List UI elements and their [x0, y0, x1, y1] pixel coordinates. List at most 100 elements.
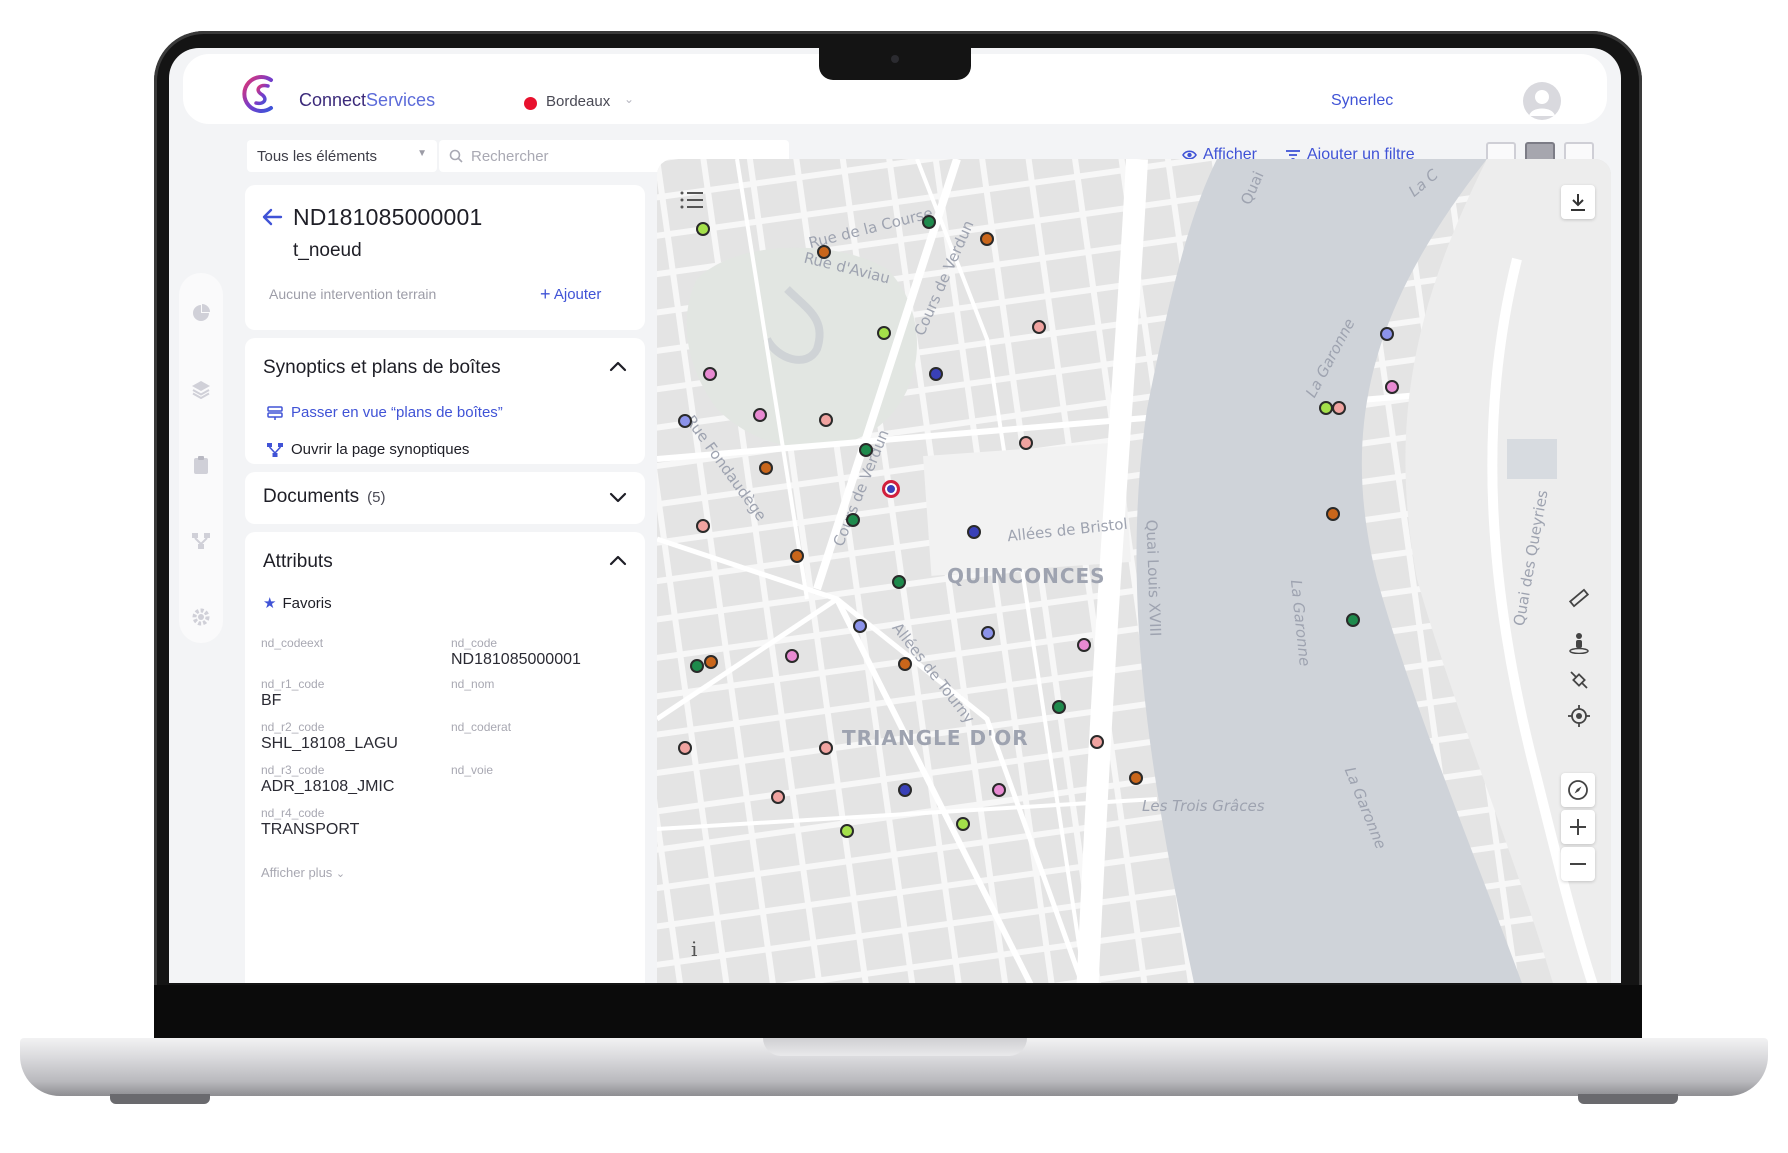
map-marker[interactable]	[790, 549, 804, 563]
attribute-label: nd_r1_code	[261, 677, 325, 691]
map-marker[interactable]	[703, 367, 717, 381]
zoom-out-icon	[1570, 863, 1586, 865]
laptop-opening-notch	[763, 1038, 1027, 1056]
map-marker[interactable]	[690, 659, 704, 673]
brand-name: ConnectServices	[299, 90, 435, 111]
map-marker[interactable]	[1385, 380, 1399, 394]
city-status-dot	[524, 97, 537, 110]
map-marker[interactable]	[1077, 638, 1091, 652]
open-synoptics-page-link[interactable]: Ouvrir la page synoptiques	[267, 441, 469, 458]
documents-title-text: Documents	[263, 486, 360, 507]
node-id-title: ND181085000001	[293, 204, 483, 230]
map-marker[interactable]	[922, 215, 936, 229]
map-label-district: QUINCONCES	[947, 564, 1106, 588]
organization-link[interactable]: Synerlec	[1331, 92, 1393, 110]
street-view-button[interactable]	[1562, 626, 1596, 660]
gear-icon[interactable]	[191, 607, 211, 627]
compass-button[interactable]	[1561, 773, 1595, 807]
map-marker[interactable]	[1129, 771, 1143, 785]
attribute-item: nd_codeext	[261, 636, 441, 651]
satellite-icon	[1570, 671, 1588, 689]
attributes-section-title[interactable]: Attributs	[263, 551, 333, 573]
add-intervention-label: Ajouter	[553, 286, 602, 303]
map-marker[interactable]	[1319, 401, 1333, 415]
map-marker[interactable]	[759, 461, 773, 475]
show-more-attributes-link[interactable]: Afficher plus ⌄	[261, 865, 345, 880]
node-header-card: ND181085000001 t_noeud Aucune interventi…	[245, 185, 645, 330]
element-type-select-value: Tous les éléments	[257, 148, 378, 165]
map-marker[interactable]	[981, 626, 995, 640]
map-marker[interactable]	[1032, 320, 1046, 334]
map-marker[interactable]	[877, 326, 891, 340]
attribute-label: nd_codeext	[261, 636, 324, 650]
map-marker[interactable]	[898, 657, 912, 671]
satellite-button[interactable]	[1562, 663, 1596, 697]
download-button[interactable]	[1561, 185, 1595, 219]
map-view[interactable]: Rue de la Course Rue d'Aviau Cours de Ve…	[657, 159, 1611, 983]
map-marker[interactable]	[859, 443, 873, 457]
map-marker[interactable]	[696, 519, 710, 533]
zoom-out-button[interactable]	[1561, 847, 1595, 881]
clipboard-icon[interactable]	[191, 455, 211, 475]
map-marker[interactable]	[967, 525, 981, 539]
map-marker[interactable]	[898, 783, 912, 797]
map-marker[interactable]	[696, 222, 710, 236]
map-marker[interactable]	[819, 741, 833, 755]
chevron-up-icon[interactable]	[609, 358, 627, 376]
brand-name-part2: Services	[366, 90, 436, 110]
attribute-label: nd_r4_code	[261, 806, 325, 820]
switch-box-plan-view-link[interactable]: Passer en vue “plans de boîtes”	[267, 404, 503, 421]
locate-button[interactable]	[1562, 699, 1596, 733]
favorites-toggle[interactable]: ★ Favoris	[263, 594, 332, 613]
measure-button[interactable]	[1562, 581, 1596, 615]
map-marker[interactable]	[956, 817, 970, 831]
network-icon[interactable]	[191, 531, 211, 551]
compass-icon	[1568, 780, 1588, 800]
city-selector[interactable]: Bordeaux	[546, 93, 610, 110]
avatar[interactable]	[1523, 82, 1561, 120]
attribute-item: nd_r3_code ADR_18108_JMIC	[261, 763, 441, 796]
map-base-layer	[657, 159, 1611, 983]
map-marker[interactable]	[853, 619, 867, 633]
map-marker[interactable]	[1326, 507, 1340, 521]
map-marker[interactable]	[817, 245, 831, 259]
map-attribution-info-button[interactable]: i	[691, 937, 697, 961]
map-marker[interactable]	[892, 575, 906, 589]
map-marker[interactable]	[992, 783, 1006, 797]
element-type-select[interactable]: Tous les éléments ▼	[247, 140, 437, 172]
pie-chart-icon[interactable]	[191, 303, 211, 323]
chevron-down-icon[interactable]	[609, 488, 627, 506]
map-marker[interactable]	[678, 741, 692, 755]
map-marker[interactable]	[771, 790, 785, 804]
zoom-in-button[interactable]	[1561, 810, 1595, 844]
map-marker[interactable]	[1346, 613, 1360, 627]
map-marker[interactable]	[1332, 401, 1346, 415]
synoptics-section-title[interactable]: Synoptics et plans de boîtes	[263, 357, 501, 379]
boxes-icon	[267, 405, 283, 420]
chevron-down-icon[interactable]: ⌄	[624, 92, 634, 106]
map-marker[interactable]	[1090, 735, 1104, 749]
attribute-value: SHL_18108_LAGU	[261, 735, 398, 752]
map-marker[interactable]	[840, 824, 854, 838]
back-arrow-icon[interactable]	[260, 205, 284, 229]
selected-node-marker[interactable]	[882, 480, 900, 498]
map-marker[interactable]	[785, 649, 799, 663]
map-marker[interactable]	[1052, 700, 1066, 714]
map-marker[interactable]	[1380, 327, 1394, 341]
documents-section[interactable]: Documents (5)	[245, 472, 645, 524]
map-marker[interactable]	[980, 232, 994, 246]
layer-list-button[interactable]	[675, 183, 709, 217]
map-marker[interactable]	[704, 655, 718, 669]
map-marker[interactable]	[1019, 436, 1033, 450]
map-marker[interactable]	[678, 414, 692, 428]
layers-icon[interactable]	[191, 379, 211, 399]
map-marker[interactable]	[753, 408, 767, 422]
brand-logo-icon[interactable]	[241, 72, 281, 116]
chevron-up-icon[interactable]	[609, 552, 627, 570]
map-label-landmark: Les Trois Grâces	[1142, 797, 1265, 815]
map-marker[interactable]	[819, 413, 833, 427]
camera-notch	[819, 48, 971, 80]
map-marker[interactable]	[846, 513, 860, 527]
map-marker[interactable]	[929, 367, 943, 381]
add-intervention-button[interactable]: + Ajouter	[540, 284, 601, 305]
